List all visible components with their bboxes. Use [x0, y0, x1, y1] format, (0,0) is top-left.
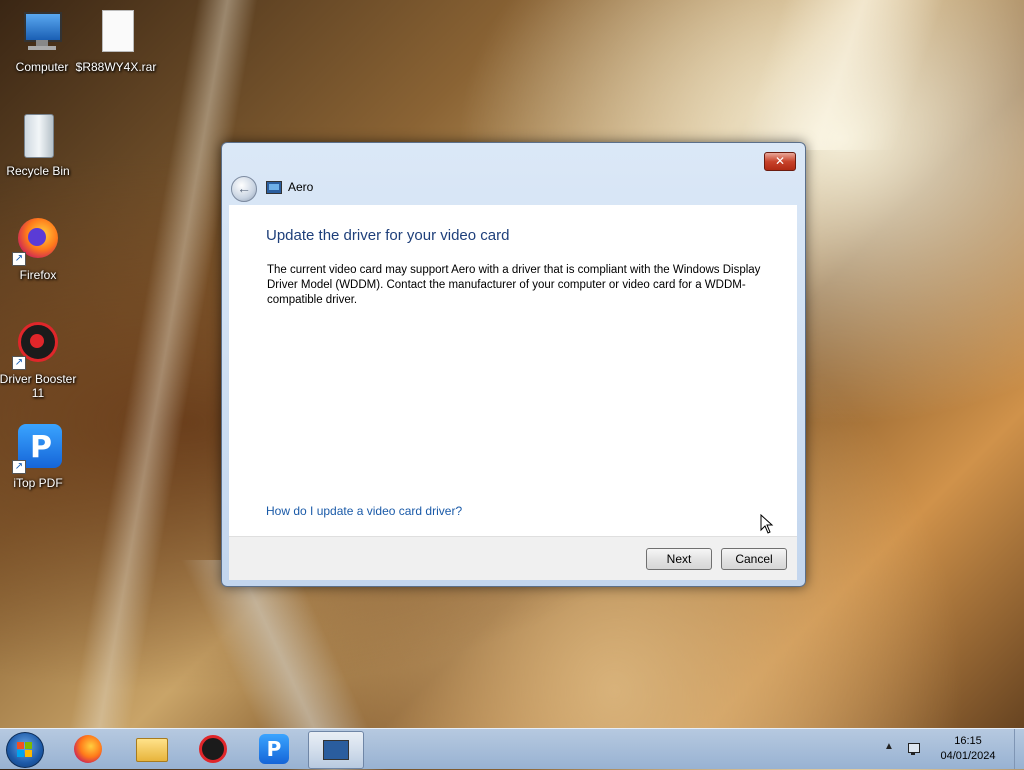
itop-pdf-icon: P [259, 734, 289, 764]
back-arrow-icon: ← [237, 180, 251, 196]
tray-date: 04/01/2024 [940, 750, 996, 762]
wallpaper-streak [735, 0, 945, 150]
dialog-body-text: The current video card may support Aero … [267, 264, 761, 306]
taskbar-itop-pdf[interactable]: P [248, 731, 302, 767]
itop-pdf-icon: P ↗ [12, 424, 62, 474]
desktop-icon-firefox[interactable]: ↗ Firefox [0, 216, 80, 282]
close-button[interactable]: ✕ [764, 152, 796, 171]
desktop-icon-recycle-bin[interactable]: Recycle Bin [0, 112, 80, 178]
driver-booster-icon [199, 735, 227, 763]
show-hidden-icons-button[interactable]: ▲ [884, 741, 894, 752]
taskbar-file-explorer[interactable] [124, 731, 178, 767]
shortcut-arrow-icon: ↗ [12, 460, 26, 474]
back-button[interactable]: ← [231, 176, 257, 202]
desktop-icon-label: $R88WY4X.rar [75, 60, 157, 74]
desktop-icon-driver-booster[interactable]: ↗ Driver Booster 11 [0, 320, 80, 400]
troubleshooter-app-icon [266, 181, 282, 194]
start-button[interactable] [6, 732, 44, 768]
recycle-bin-icon [14, 112, 62, 160]
file-icon [92, 8, 140, 56]
next-button[interactable]: Next [646, 548, 712, 570]
taskbar-aero-troubleshooter[interactable] [308, 731, 364, 769]
taskbar-driver-booster[interactable] [186, 731, 240, 767]
driver-booster-icon: ↗ [12, 320, 62, 370]
aero-troubleshooter-icon [323, 740, 349, 760]
desktop-icon-rar-file[interactable]: $R88WY4X.rar [74, 8, 158, 74]
shortcut-arrow-icon: ↗ [12, 252, 26, 266]
firefox-icon: ↗ [12, 216, 62, 266]
desktop-icon-computer[interactable]: Computer [0, 8, 84, 74]
desktop-icon-label: Computer [15, 60, 69, 74]
firefox-icon [74, 735, 102, 763]
taskbar-firefox[interactable] [62, 731, 116, 767]
network-icon[interactable] [906, 741, 920, 755]
windows-logo-icon [17, 742, 33, 758]
show-desktop-button[interactable] [1014, 729, 1024, 769]
tray-time: 16:15 [954, 735, 982, 747]
close-icon: ✕ [774, 154, 786, 168]
dialog-title: Aero [288, 180, 314, 194]
cancel-button[interactable]: Cancel [721, 548, 787, 570]
shortcut-arrow-icon: ↗ [12, 356, 26, 370]
desktop-icon-label: Driver Booster 11 [0, 372, 77, 400]
dialog-footer: Next Cancel [229, 536, 797, 580]
desktop-icon-label: iTop PDF [13, 476, 63, 490]
aero-troubleshooter-dialog: ✕ ← Aero Update the driver for your vide… [221, 142, 806, 587]
taskbar: P ▲ 16:15 04/01/2024 [0, 728, 1024, 769]
computer-icon [18, 8, 66, 56]
tray-clock[interactable]: 16:15 04/01/2024 [930, 734, 1006, 764]
desktop-icon-label: Firefox [19, 268, 57, 282]
mouse-cursor-icon [760, 514, 774, 534]
desktop-icon-itop-pdf[interactable]: P ↗ iTop PDF [0, 424, 80, 490]
dialog-content: Update the driver for your video card Th… [229, 205, 797, 536]
desktop-icon-label: Recycle Bin [6, 164, 70, 178]
help-link[interactable]: How do I update a video card driver? [266, 504, 462, 518]
dialog-heading: Update the driver for your video card [266, 227, 510, 244]
file-explorer-icon [136, 738, 168, 762]
